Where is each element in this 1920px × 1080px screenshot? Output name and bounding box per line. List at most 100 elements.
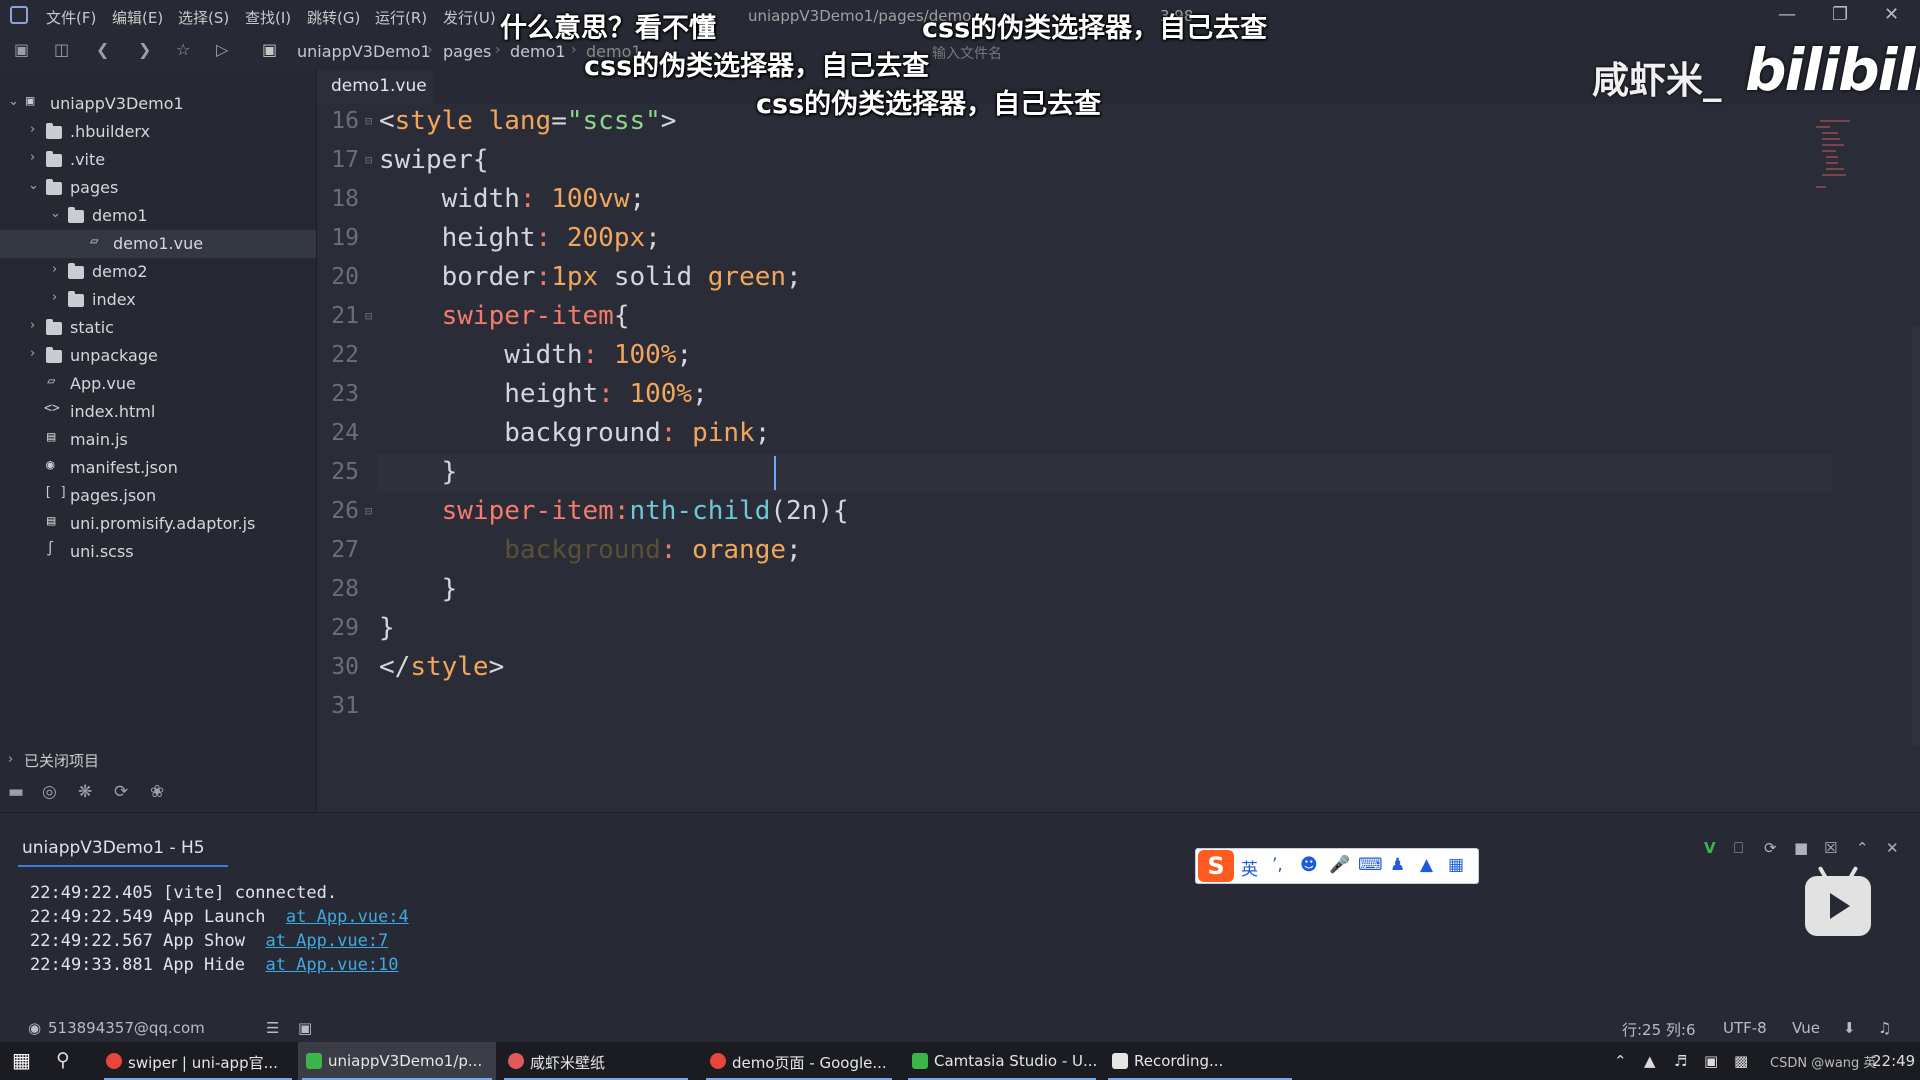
display-icon[interactable]: ▣ — [1704, 1052, 1718, 1070]
bug-icon[interactable]: ❋ — [78, 782, 92, 802]
menu-file[interactable]: 文件(F) — [46, 7, 96, 28]
punctuation-icon[interactable]: ’, — [1272, 855, 1283, 875]
tab-demo1-vue[interactable]: demo1.vue — [317, 70, 433, 106]
tray-text[interactable]: CSDN @wang 英 — [1770, 1052, 1876, 1071]
list-icon[interactable]: ☰ — [266, 1019, 279, 1037]
system-clock[interactable]: 22:49 — [1872, 1052, 1915, 1070]
breadcrumb-project[interactable]: uniappV3Demo1 — [297, 42, 431, 61]
minimap[interactable] — [1812, 104, 1872, 194]
taskbar-item-active[interactable]: uniappV3Demo1/p... — [298, 1042, 496, 1080]
encoding-label[interactable]: UTF-8 — [1723, 1019, 1767, 1037]
fold-icon[interactable]: ⊟ — [365, 309, 372, 323]
account-label[interactable]: 513894357@qq.com — [48, 1019, 205, 1037]
taskbar-item[interactable]: Camtasia Studio - U... — [904, 1042, 1100, 1080]
minimize-icon[interactable]: — — [1778, 4, 1796, 25]
tree-item-manifest[interactable]: ◉ manifest.json — [0, 454, 316, 482]
nvidia-icon[interactable]: ▩ — [1734, 1052, 1748, 1070]
project-icon: ▣ — [26, 93, 35, 109]
closed-projects-label[interactable]: 已关闭项目 — [24, 750, 99, 771]
stop-icon[interactable]: ■ — [1794, 839, 1808, 857]
keyboard-icon[interactable]: ⌨ — [1358, 855, 1383, 875]
star-icon[interactable]: ☆ — [176, 40, 190, 59]
save-icon[interactable]: ◫ — [54, 40, 69, 59]
json-file-icon: [ ] — [44, 485, 68, 500]
breadcrumb-pages[interactable]: pages — [443, 42, 491, 61]
chevron-up-icon[interactable]: ⌃ — [1856, 839, 1869, 857]
restore-icon[interactable]: ❐ — [1832, 4, 1848, 25]
chevron-up-icon[interactable]: ⌃ — [1614, 1052, 1627, 1070]
network-icon[interactable]: ▲ — [1644, 1052, 1656, 1070]
bell-icon[interactable]: ♫ — [1878, 1019, 1891, 1037]
tree-item-main-js[interactable]: ▤ main.js — [0, 426, 316, 454]
binoculars-icon[interactable]: ◎ — [42, 782, 57, 802]
taskbar-item[interactable]: swiper | uni-app官... — [100, 1042, 296, 1080]
tree-item-index[interactable]: › index — [0, 286, 316, 314]
tree-item-pages[interactable]: ⌄ pages — [0, 174, 316, 202]
plugin-icon[interactable]: ❀ — [150, 782, 164, 802]
folder-icon[interactable]: ▬ — [8, 782, 24, 802]
lock-icon[interactable]: ⎕ — [1734, 839, 1743, 857]
menu-goto[interactable]: 跳转(G) — [307, 7, 360, 28]
skin-icon[interactable]: ▲ — [1420, 855, 1433, 875]
refresh-icon[interactable]: ⟳ — [114, 782, 128, 802]
console-tab[interactable]: uniappV3Demo1 - H5 — [22, 838, 205, 858]
tree-item-label: static — [70, 318, 114, 337]
code-text: } — [441, 457, 458, 487]
tree-item-demo1-vue[interactable]: ▱ demo1.vue — [0, 230, 316, 258]
menu-find[interactable]: 查找(I) — [245, 7, 291, 28]
file-search-input[interactable]: 输入文件名 — [932, 43, 1002, 63]
tree-item-uni-scss[interactable]: ∫ uni.scss — [0, 538, 316, 566]
menu-edit[interactable]: 编辑(E) — [112, 7, 163, 28]
tree-item-demo1-folder[interactable]: ⌄ demo1 — [0, 202, 316, 230]
volume-icon[interactable]: ♬ — [1674, 1052, 1687, 1070]
cursor-position[interactable]: 行:25 列:6 — [1622, 1019, 1696, 1040]
tree-item-pages-json[interactable]: [ ] pages.json — [0, 482, 316, 510]
ime-toolbar[interactable]: S 英 ’, ☻ 🎤 ⌨ ♟ ▲ ▦ — [1195, 848, 1479, 884]
new-file-icon[interactable]: ▣ — [14, 40, 29, 59]
log-source-link[interactable]: at App.vue:7 — [265, 931, 388, 951]
microphone-icon[interactable]: 🎤 — [1329, 855, 1350, 875]
taskbar-item[interactable]: demo页面 - Google... — [702, 1042, 896, 1080]
restart-icon[interactable]: ⟳ — [1764, 839, 1777, 857]
tree-item-app-vue[interactable]: ▱ App.vue — [0, 370, 316, 398]
tree-item-unpackage[interactable]: › unpackage — [0, 342, 316, 370]
vue-devtools-icon[interactable]: V — [1704, 839, 1716, 857]
taskbar-item[interactable]: Recording... — [1104, 1042, 1296, 1080]
clear-console-icon[interactable]: ☒ — [1824, 839, 1837, 857]
ime-language[interactable]: 英 — [1241, 855, 1258, 880]
menu-publish[interactable]: 发行(U) — [443, 7, 496, 28]
menu-run[interactable]: 运行(R) — [375, 7, 427, 28]
tree-item-index-html[interactable]: <> index.html — [0, 398, 316, 426]
tree-item-static[interactable]: › static — [0, 314, 316, 342]
language-mode[interactable]: Vue — [1792, 1019, 1820, 1037]
tree-item-project[interactable]: ⌄ ▣ uniappV3Demo1 — [0, 90, 316, 118]
user-icon[interactable]: ♟ — [1390, 855, 1405, 875]
fold-icon[interactable]: ⊟ — [365, 504, 372, 518]
tree-item-hbuilderx[interactable]: › .hbuilderx — [0, 118, 316, 146]
emoji-icon[interactable]: ☻ — [1300, 855, 1318, 875]
close-panel-icon[interactable]: ✕ — [1886, 839, 1899, 857]
windows-start-icon[interactable]: ▦ — [12, 1048, 31, 1072]
tree-item-demo2[interactable]: › demo2 — [0, 258, 316, 286]
forward-icon[interactable]: ❯ — [138, 40, 151, 59]
run-icon[interactable]: ▷ — [216, 40, 228, 59]
close-icon[interactable]: ✕ — [1884, 4, 1899, 25]
fold-icon[interactable]: ⊟ — [365, 114, 372, 128]
terminal-icon[interactable]: ▣ — [298, 1019, 312, 1037]
menu-select[interactable]: 选择(S) — [178, 7, 229, 28]
log-source-link[interactable]: at App.vue:4 — [286, 907, 409, 927]
fold-icon[interactable]: ⊟ — [365, 153, 372, 167]
download-icon[interactable]: ⬇ — [1843, 1019, 1856, 1037]
taskbar-item[interactable]: 咸虾米壁纸 — [500, 1042, 692, 1080]
line-number: 24 — [331, 420, 359, 446]
code-line: 25 } — [317, 455, 1817, 494]
toolbox-icon[interactable]: ▦ — [1448, 855, 1464, 875]
vertical-scrollbar[interactable] — [1912, 326, 1920, 746]
folder-icon — [68, 291, 84, 307]
tree-item-adaptor-js[interactable]: ▤ uni.promisify.adaptor.js — [0, 510, 316, 538]
code-editor[interactable]: 16 ⊟ <style lang="scss"> 17 ⊟ swiper{ 18… — [317, 104, 1920, 812]
tree-item-vite[interactable]: › .vite — [0, 146, 316, 174]
search-icon[interactable]: ⚲ — [56, 1049, 70, 1071]
back-icon[interactable]: ❮ — [96, 40, 109, 59]
log-source-link[interactable]: at App.vue:10 — [265, 955, 398, 975]
